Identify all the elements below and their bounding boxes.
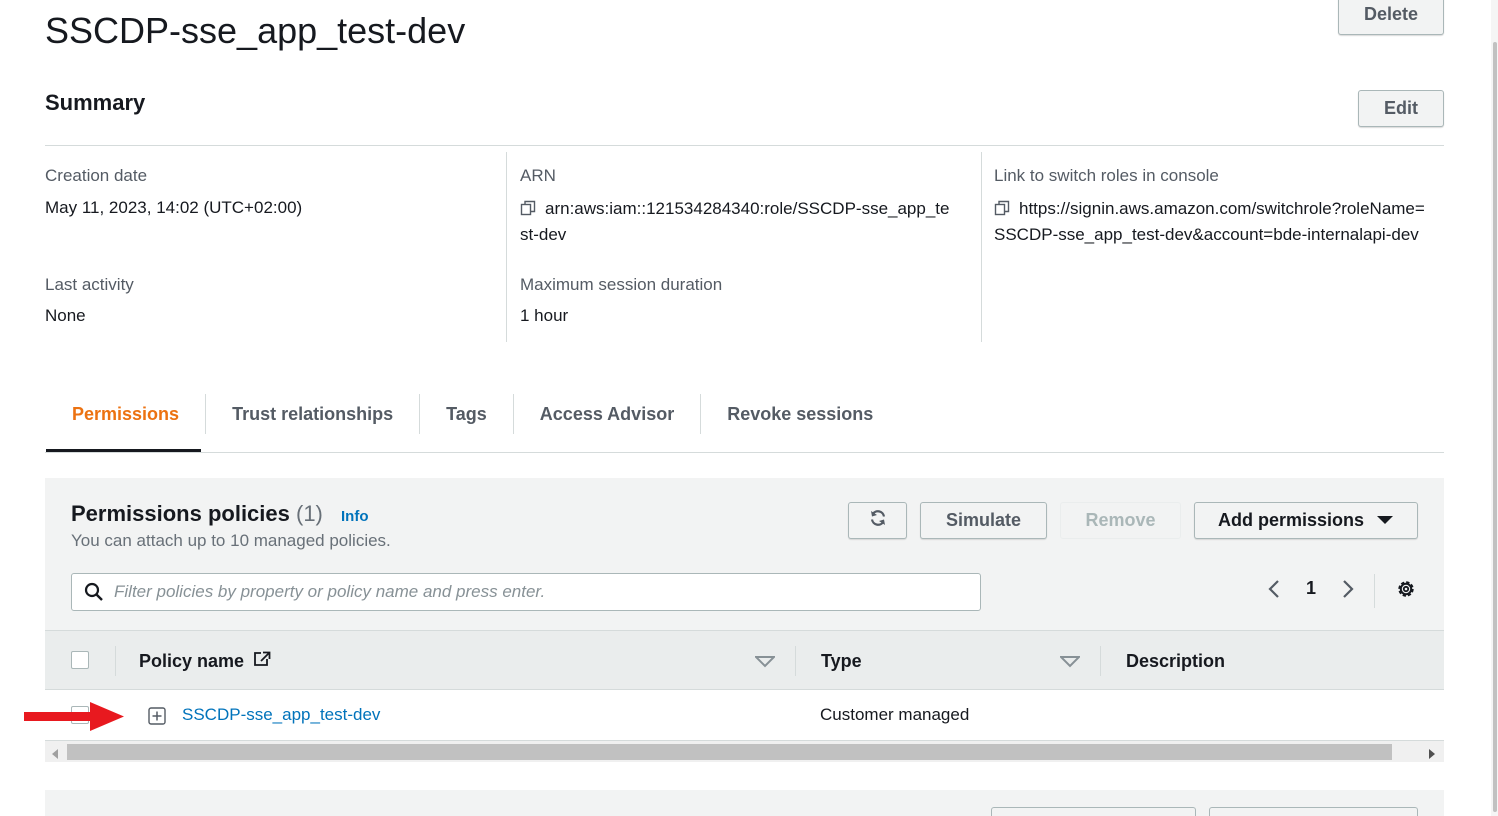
arn-text-line1: arn:aws:iam::121534284340:role/SSCDP-sse… xyxy=(545,199,950,218)
delete-button[interactable]: Delete xyxy=(1338,0,1444,35)
permissions-policies-panel: Permissions policies (1) Info You can at… xyxy=(45,478,1444,762)
next-section-panel xyxy=(45,790,1444,816)
policy-count: (1) xyxy=(296,501,323,526)
external-link-icon xyxy=(253,651,271,671)
remove-button[interactable]: Remove xyxy=(1060,502,1181,539)
switch-roles-link: https://signin.aws.amazon.com/switchrole… xyxy=(994,196,1454,248)
expand-icon[interactable] xyxy=(148,707,166,730)
panel-title: Permissions policies (1) xyxy=(71,501,323,527)
select-all-checkbox[interactable] xyxy=(71,651,89,669)
scrollbar-thumb[interactable] xyxy=(1493,42,1497,812)
tab-revoke-sessions[interactable]: Revoke sessions xyxy=(701,394,899,434)
sort-caret-icon[interactable] xyxy=(1058,655,1082,673)
creation-date-value: May 11, 2023, 14:02 (UTC+02:00) xyxy=(45,198,303,217)
tab-bar: Permissions Trust relationships Tags Acc… xyxy=(46,394,899,452)
column-divider xyxy=(795,646,796,676)
switch-roles-line2: SSCDP-sse_app_test-dev&account=bde-inter… xyxy=(994,225,1419,244)
switch-roles-line1: https://signin.aws.amazon.com/switchrole… xyxy=(1019,199,1425,218)
page-title: SSCDP-sse_app_test-dev xyxy=(45,10,466,51)
last-activity-value: None xyxy=(45,306,86,325)
refresh-button[interactable] xyxy=(848,502,907,539)
policy-name-header-label: Policy name xyxy=(139,651,245,671)
page-number[interactable]: 1 xyxy=(1301,578,1321,599)
sort-caret-icon[interactable] xyxy=(753,655,777,673)
tab-permissions[interactable]: Permissions xyxy=(46,394,207,434)
annotation-arrow-icon xyxy=(22,700,126,739)
column-header-policy-name[interactable]: Policy name xyxy=(139,651,271,672)
add-permissions-button[interactable]: Add permissions xyxy=(1194,502,1418,539)
info-link[interactable]: Info xyxy=(341,508,369,525)
next-page-button[interactable] xyxy=(1336,578,1360,605)
filter-field[interactable] xyxy=(71,573,981,611)
gear-icon xyxy=(1395,578,1417,605)
panel-title-text: Permissions policies xyxy=(71,501,290,526)
arn-text-line2: st-dev xyxy=(520,225,567,244)
filter-input[interactable] xyxy=(114,582,964,602)
policy-name-link[interactable]: SSCDP-sse_app_test-dev xyxy=(182,705,380,725)
scroll-right-icon[interactable] xyxy=(1428,746,1436,764)
copy-icon[interactable] xyxy=(994,198,1010,216)
max-session-value: 1 hour xyxy=(520,306,569,325)
add-permissions-label: Add permissions xyxy=(1217,510,1365,530)
panel-subtitle: You can attach up to 10 managed policies… xyxy=(71,531,391,550)
preferences-button[interactable] xyxy=(1394,578,1418,605)
column-divider xyxy=(115,646,116,676)
section-button[interactable] xyxy=(1209,807,1418,816)
horizontal-scrollbar[interactable] xyxy=(45,740,1444,762)
summary-divider xyxy=(45,145,1444,146)
scrollbar-thumb[interactable] xyxy=(67,744,1392,760)
tab-tags[interactable]: Tags xyxy=(420,394,514,434)
switch-roles-label: Link to switch roles in console xyxy=(994,166,1219,185)
tabs-divider xyxy=(45,452,1444,453)
refresh-icon xyxy=(869,509,887,532)
copy-icon[interactable] xyxy=(520,198,536,216)
search-icon xyxy=(84,582,104,602)
table-header: Policy name Type Description xyxy=(45,630,1444,690)
arn-label: ARN xyxy=(520,166,556,185)
tab-access-advisor[interactable]: Access Advisor xyxy=(514,394,702,434)
tab-trust-relationships[interactable]: Trust relationships xyxy=(206,394,421,434)
arn-value: arn:aws:iam::121534284340:role/SSCDP-sse… xyxy=(520,196,980,248)
summary-title: Summary xyxy=(45,90,146,115)
chevron-right-icon xyxy=(1341,578,1355,605)
chevron-left-icon xyxy=(1267,578,1281,605)
scroll-left-icon[interactable] xyxy=(51,746,59,764)
column-header-description[interactable]: Description xyxy=(1126,651,1225,672)
column-divider xyxy=(981,152,982,342)
column-divider xyxy=(506,152,507,342)
last-activity-label: Last activity xyxy=(45,275,134,294)
section-button[interactable] xyxy=(991,807,1196,816)
column-divider xyxy=(1100,646,1101,676)
column-header-type[interactable]: Type xyxy=(821,651,862,672)
policy-type: Customer managed xyxy=(820,705,970,724)
max-session-label: Maximum session duration xyxy=(520,275,723,294)
pager-divider xyxy=(1374,574,1375,608)
vertical-scrollbar[interactable] xyxy=(1491,0,1498,816)
table-row: SSCDP-sse_app_test-dev Customer managed xyxy=(45,690,1444,740)
creation-date-label: Creation date xyxy=(45,166,148,185)
simulate-button[interactable]: Simulate xyxy=(920,502,1047,539)
edit-button[interactable]: Edit xyxy=(1358,90,1444,127)
caret-down-icon xyxy=(1376,510,1394,531)
previous-page-button[interactable] xyxy=(1262,578,1286,605)
